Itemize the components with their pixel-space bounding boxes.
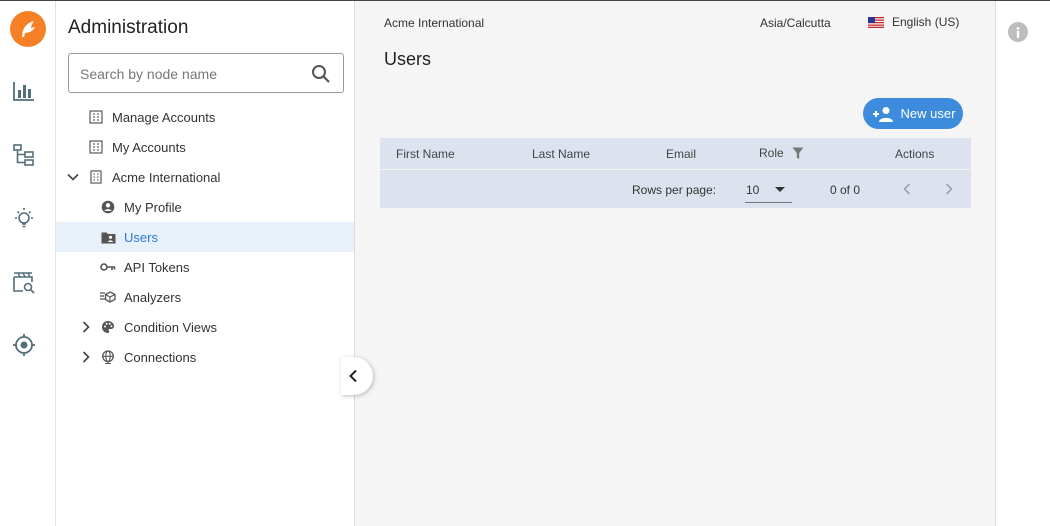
building-icon <box>88 139 104 155</box>
admin-sidebar: Administration Manage Accounts My Accoun… <box>56 1 355 526</box>
tree-item-my-accounts[interactable]: My Accounts <box>56 132 354 162</box>
tree-item-label: Users <box>124 229 158 245</box>
column-header-last-name[interactable]: Last Name <box>532 147 590 161</box>
main-content: Acme International Asia/Calcutta English… <box>355 1 995 526</box>
analyzer-icon <box>100 289 116 305</box>
building-icon <box>88 169 104 185</box>
palette-icon <box>100 319 116 335</box>
right-rail <box>995 1 1050 526</box>
lightbulb-icon[interactable] <box>8 203 40 235</box>
node-search-input[interactable] <box>80 63 300 85</box>
profile-icon <box>100 199 116 215</box>
chevron-down-icon[interactable] <box>66 170 80 184</box>
next-page-button[interactable] <box>940 180 958 198</box>
rows-per-page-label: Rows per page: <box>632 183 717 197</box>
us-flag-icon <box>868 16 884 28</box>
language-label: English (US) <box>892 15 960 29</box>
tree-item-label: My Profile <box>124 199 182 215</box>
target-icon[interactable] <box>8 329 40 361</box>
globe-icon <box>100 349 116 365</box>
page-title: Users <box>384 49 432 69</box>
tree-item-my-profile[interactable]: My Profile <box>56 192 354 222</box>
language-selector[interactable]: English (US) <box>868 15 959 29</box>
table-pagination: Rows per page: 10 0 of 0 <box>380 170 971 208</box>
hierarchy-icon[interactable] <box>8 139 40 171</box>
dropdown-arrow-icon <box>775 187 785 192</box>
column-header-first-name[interactable]: First Name <box>396 147 455 161</box>
tree-item-label: Manage Accounts <box>112 109 216 125</box>
sidebar-title: Administration <box>68 17 189 38</box>
previous-page-button[interactable] <box>898 180 916 198</box>
users-table-header: First Name Last Name Email Role Actions <box>380 138 971 169</box>
chevron-right-icon[interactable] <box>79 320 93 334</box>
tree-item-label: Analyzers <box>124 289 182 305</box>
column-header-actions: Actions <box>895 147 935 161</box>
icon-rail <box>0 1 56 526</box>
tree-item-connections[interactable]: Connections <box>56 342 354 372</box>
building-icon <box>88 109 104 125</box>
tree-item-api-tokens[interactable]: API Tokens <box>56 252 354 282</box>
column-header-email[interactable]: Email <box>666 147 696 161</box>
bar-chart-icon[interactable] <box>8 75 40 107</box>
app-window: Administration Manage Accounts My Accoun… <box>0 0 1050 526</box>
pagination-range: 0 of 0 <box>830 183 861 197</box>
tree-item-label: Condition Views <box>124 319 217 335</box>
search-box <box>68 53 344 93</box>
info-icon[interactable] <box>1008 22 1028 42</box>
tree-item-label: Acme International <box>112 169 221 185</box>
tree-item-analyzers[interactable]: Analyzers <box>56 282 354 312</box>
tree-item-label: Connections <box>124 349 197 365</box>
chevron-right-icon[interactable] <box>79 350 93 364</box>
media-search-icon[interactable] <box>8 267 40 299</box>
timezone-label[interactable]: Asia/Calcutta <box>760 16 831 30</box>
tree-item-manage-accounts[interactable]: Manage Accounts <box>56 102 354 132</box>
logo-icon[interactable] <box>10 11 46 47</box>
new-user-button[interactable]: New user <box>863 98 963 129</box>
add-user-icon <box>871 106 895 122</box>
chevron-left-icon <box>348 369 358 383</box>
column-header-role[interactable]: Role <box>759 146 784 160</box>
tree-item-label: My Accounts <box>112 139 186 155</box>
new-user-label: New user <box>900 106 956 121</box>
filter-icon[interactable] <box>792 147 804 163</box>
tree-item-acme-international[interactable]: Acme International <box>56 162 354 192</box>
tree-item-users[interactable]: Users <box>56 222 354 252</box>
key-icon <box>100 259 116 275</box>
rows-per-page-select[interactable]: 10 <box>745 178 792 203</box>
tree-item-label: API Tokens <box>124 259 190 275</box>
organization-name: Acme International <box>384 16 485 30</box>
tree-item-condition-views[interactable]: Condition Views <box>56 312 354 342</box>
users-folder-icon <box>100 229 116 245</box>
rows-per-page-value: 10 <box>746 183 760 197</box>
search-icon[interactable] <box>311 64 331 84</box>
